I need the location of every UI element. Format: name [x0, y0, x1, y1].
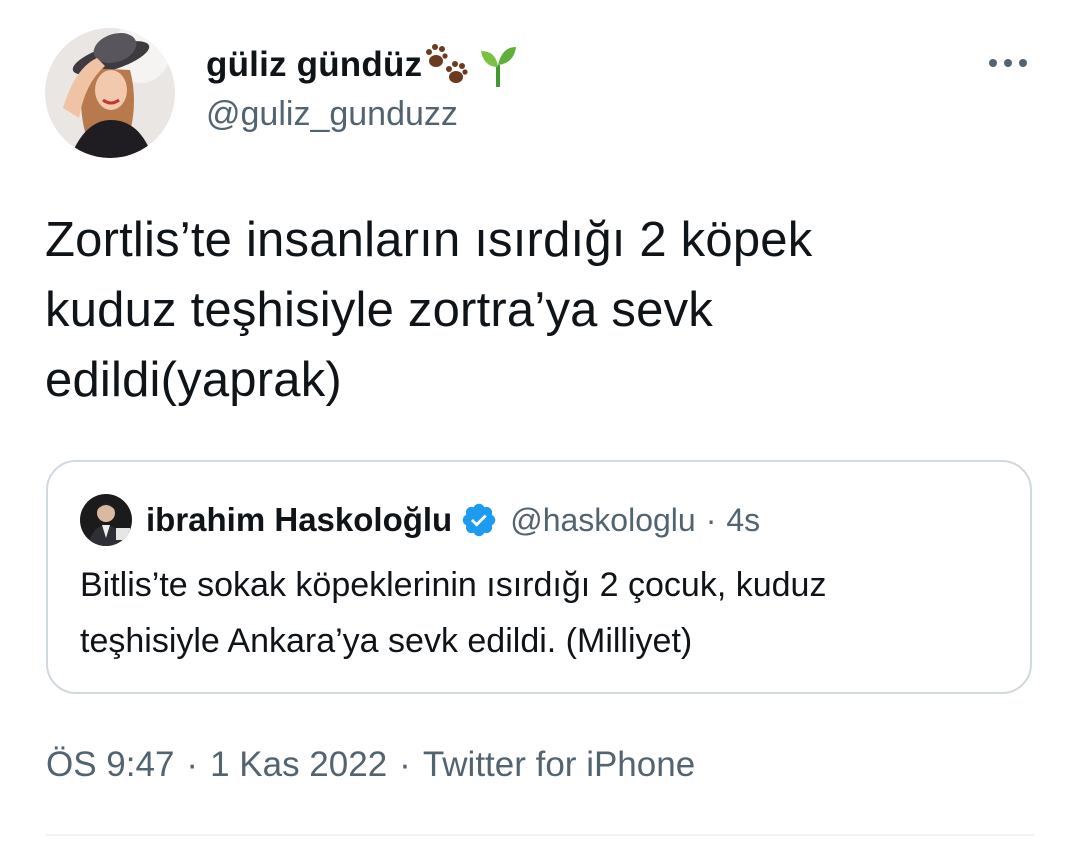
quoted-author-name[interactable]: ibrahim Haskoloğlu — [146, 501, 452, 539]
quoted-author-handle[interactable]: @haskologlu — [510, 502, 695, 539]
tweet-date[interactable]: 1 Kas 2022 — [210, 745, 387, 785]
author-handle[interactable]: @guliz_gunduzz — [206, 95, 458, 134]
seedling-icon — [478, 43, 518, 87]
tweet-time[interactable]: ÖS 9:47 — [46, 745, 174, 785]
quoted-meta-separator: · — [705, 501, 717, 538]
author-display-name[interactable]: güliz gündüz — [206, 45, 422, 85]
tweet-meta: ÖS 9:47 · 1 Kas 2022 · Twitter for iPhon… — [46, 740, 695, 790]
divider — [46, 834, 1034, 836]
quoted-tweet-header: ibrahim Haskoloğlu @haskologlu · 4s — [80, 492, 760, 548]
quoted-tweet-time[interactable]: 4s — [726, 502, 760, 539]
quoted-tweet-card[interactable]: ibrahim Haskoloğlu @haskologlu · 4s Bitl… — [46, 460, 1032, 694]
meta-separator: · — [186, 745, 199, 784]
author-name-row[interactable]: güliz gündüz — [206, 40, 518, 90]
quoted-author-avatar[interactable] — [80, 494, 132, 546]
author-avatar-image — [45, 28, 175, 158]
paw-prints-icon — [426, 43, 474, 87]
verified-badge-icon — [460, 501, 498, 539]
tweet-text: Zortlis’te insanların ısırdığı 2 köpek k… — [45, 213, 813, 407]
tweet-container: güliz gündüz @guliz_gunduzz Zortlis’te i… — [0, 0, 1080, 845]
tweet-source[interactable]: Twitter for iPhone — [423, 745, 695, 785]
quoted-tweet-text: Bitlis’te sokak köpeklerinin ısırdığı 2 … — [80, 566, 827, 660]
author-avatar[interactable] — [45, 28, 175, 158]
meta-separator: · — [399, 745, 411, 784]
more-horizontal-icon — [988, 58, 1028, 68]
more-options-button[interactable] — [986, 50, 1030, 76]
